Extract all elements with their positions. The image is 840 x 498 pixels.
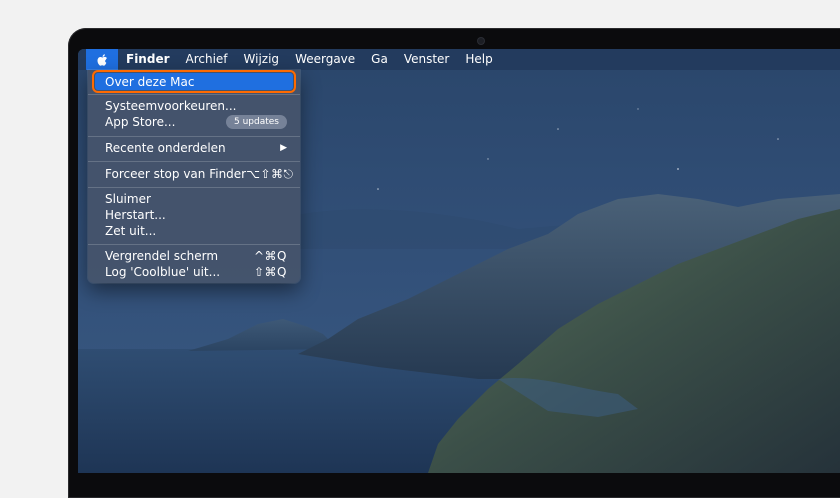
menu-separator bbox=[88, 187, 300, 188]
menu-item-label: Sluimer bbox=[105, 192, 151, 206]
menu-item-lock-screen[interactable]: Vergrendel scherm ^⌘Q bbox=[95, 248, 293, 264]
screen: Finder Archief Wijzig Weergave Ga Venste… bbox=[78, 49, 840, 473]
menubar-ga[interactable]: Ga bbox=[363, 49, 396, 70]
menu-item-label: Herstart... bbox=[105, 208, 166, 222]
menu-item-label: Vergrendel scherm bbox=[105, 249, 219, 263]
updates-badge: 5 updates bbox=[226, 115, 287, 129]
menu-item-shut-down[interactable]: Zet uit... bbox=[95, 223, 293, 239]
apple-logo-icon bbox=[97, 53, 107, 66]
menubar-finder[interactable]: Finder bbox=[118, 49, 178, 70]
force-quit-shortcut: ⌥⇧⌘⎋ bbox=[246, 166, 294, 181]
apple-menu-dropdown: Over deze Mac Systeemvoorkeuren... App S… bbox=[88, 70, 300, 283]
menu-item-label: Zet uit... bbox=[105, 224, 157, 238]
menubar-venster[interactable]: Venster bbox=[396, 49, 458, 70]
menu-separator bbox=[88, 161, 300, 162]
submenu-arrow-icon: ▶ bbox=[280, 143, 287, 153]
menubar-archief[interactable]: Archief bbox=[178, 49, 236, 70]
menu-item-sleep[interactable]: Sluimer bbox=[95, 191, 293, 207]
menu-item-app-store[interactable]: App Store... 5 updates bbox=[95, 114, 293, 130]
menu-separator bbox=[88, 94, 300, 95]
camera-icon bbox=[478, 38, 484, 44]
menu-bar: Finder Archief Wijzig Weergave Ga Venste… bbox=[78, 49, 840, 70]
menu-item-recent-items[interactable]: Recente onderdelen ▶ bbox=[95, 140, 293, 156]
menu-item-label: Forceer stop van Finder bbox=[105, 167, 247, 181]
log-out-shortcut: ⇧⌘Q bbox=[254, 265, 287, 279]
apple-menu-button[interactable] bbox=[86, 49, 118, 70]
menubar-wijzig[interactable]: Wijzig bbox=[236, 49, 288, 70]
menu-item-label: Over deze Mac bbox=[105, 74, 195, 89]
menubar-weergave[interactable]: Weergave bbox=[287, 49, 363, 70]
menu-item-label: Systeemvoorkeuren... bbox=[105, 99, 237, 113]
menu-item-label: Log 'Coolblue' uit... bbox=[105, 265, 221, 279]
menu-item-force-quit[interactable]: Forceer stop van Finder ⌥⇧⌘⎋ bbox=[95, 166, 293, 182]
menu-separator bbox=[88, 244, 300, 245]
menu-item-label: Recente onderdelen bbox=[105, 141, 226, 155]
menu-item-restart[interactable]: Herstart... bbox=[95, 207, 293, 223]
menubar-help[interactable]: Help bbox=[457, 49, 500, 70]
menu-item-system-preferences[interactable]: Systeemvoorkeuren... bbox=[95, 98, 293, 114]
menu-item-label: App Store... bbox=[105, 115, 176, 129]
menu-item-about-this-mac[interactable]: Over deze Mac bbox=[92, 70, 296, 93]
menu-separator bbox=[88, 136, 300, 137]
lock-screen-shortcut: ^⌘Q bbox=[254, 249, 287, 263]
menu-item-log-out[interactable]: Log 'Coolblue' uit... ⇧⌘Q bbox=[95, 264, 293, 280]
